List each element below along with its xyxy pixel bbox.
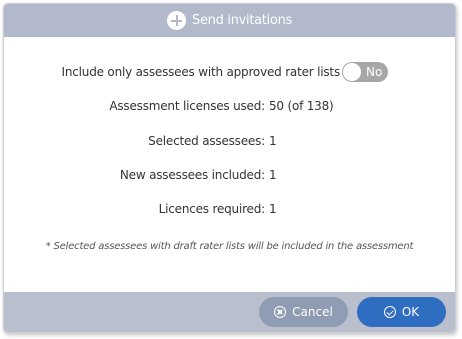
ok-label: OK — [401, 305, 420, 319]
new-assessees-label: New assessees included: — [119, 168, 265, 182]
ok-button[interactable]: OK — [357, 297, 446, 327]
selected-assessees-label: Selected assessees: — [148, 134, 265, 148]
licenses-used-value: 50 (of 138) — [269, 99, 334, 113]
licenses-used-row: Assessment licenses used: 50 (of 138) — [4, 96, 455, 116]
cancel-button[interactable]: Cancel — [259, 297, 348, 327]
approved-rater-toggle[interactable]: No — [342, 62, 388, 82]
send-invitations-dialog: Send invitations Include only assessees … — [3, 3, 456, 333]
licenses-used-label: Assessment licenses used: — [109, 99, 265, 113]
dialog-title: Send invitations — [192, 13, 292, 28]
toggle-knob — [343, 63, 361, 81]
plus-circle-icon — [167, 11, 187, 30]
approved-rater-label: Include only assessees with approved rat… — [61, 65, 341, 79]
toggle-state-label: No — [366, 65, 383, 79]
new-assessees-value: 1 — [269, 168, 277, 182]
draft-rater-note: * Selected assessees with draft rater li… — [45, 241, 414, 252]
new-assessees-row: New assessees included: 1 — [4, 165, 455, 185]
dialog-footer: Cancel OK — [4, 292, 455, 332]
licences-required-value: 1 — [269, 202, 277, 216]
licences-required-label: Licences required: — [158, 202, 266, 216]
dialog-header: Send invitations — [4, 4, 455, 37]
close-circle-icon — [274, 306, 287, 318]
licences-required-row: Licences required: 1 — [4, 199, 455, 219]
cancel-label: Cancel — [292, 305, 333, 319]
check-circle-icon — [383, 306, 396, 318]
selected-assessees-row: Selected assessees: 1 — [4, 131, 455, 151]
selected-assessees-value: 1 — [269, 134, 277, 148]
approved-rater-toggle-row: Include only assessees with approved rat… — [4, 62, 455, 82]
